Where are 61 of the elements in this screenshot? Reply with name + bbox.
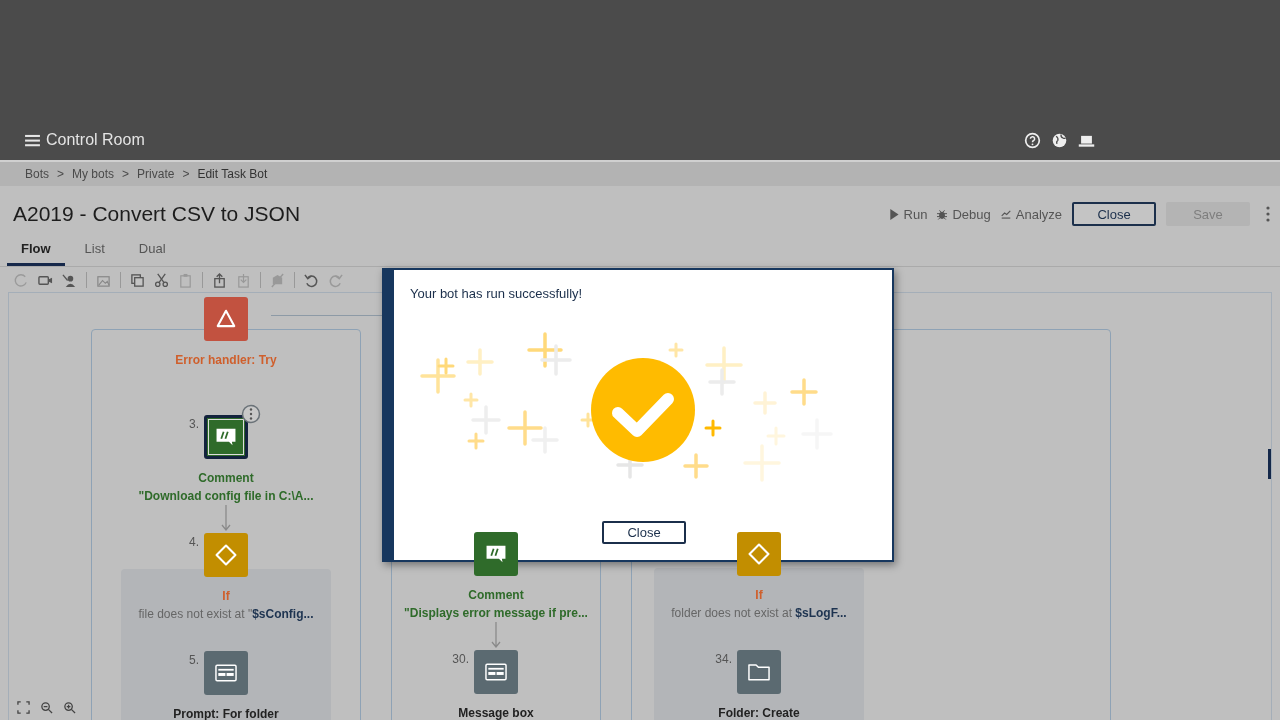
chart-line-icon <box>1000 208 1011 220</box>
bot-title: A2019 - Convert CSV to JSON <box>13 202 301 226</box>
node-description: folder does not exist at $sLogF... <box>670 605 848 622</box>
node-title: Error handler: Try <box>174 352 278 369</box>
step-number: 30. <box>452 652 469 666</box>
view-tab[interactable]: Dual <box>124 233 180 266</box>
app-title: Control Room <box>46 131 145 149</box>
user-edit-icon[interactable] <box>62 272 77 288</box>
step-number: 5. <box>189 653 199 667</box>
prompt-node-icon[interactable] <box>204 651 248 695</box>
breadcrumb-link[interactable]: Private <box>137 167 175 181</box>
node-title: If <box>221 588 231 605</box>
node-title: Comment <box>467 587 525 604</box>
node-title: Prompt: For folder <box>172 706 280 720</box>
more-options-icon[interactable] <box>1266 206 1270 222</box>
zoom-out-icon[interactable] <box>40 701 53 714</box>
undo-icon[interactable] <box>304 272 319 288</box>
message-node-icon[interactable] <box>474 650 518 694</box>
analyze-action[interactable]: Analyze <box>1000 206 1062 222</box>
breadcrumb-separator: > <box>57 167 65 181</box>
node-title: Folder: Create <box>717 705 801 720</box>
copy-icon[interactable] <box>130 272 145 288</box>
node-description: "Download config file in C:\A... <box>137 488 315 505</box>
close-button[interactable]: Close <box>602 521 686 544</box>
breadcrumb-link[interactable]: My bots <box>72 167 115 181</box>
dialog-message: Your bot has run successfully! <box>410 286 583 301</box>
error-node-icon[interactable] <box>204 297 248 341</box>
export-icon[interactable] <box>212 272 227 288</box>
breadcrumb-link[interactable]: Bots <box>25 167 49 181</box>
help-icon[interactable] <box>1024 131 1041 149</box>
globe-icon[interactable] <box>1051 131 1068 149</box>
clipboard-icon[interactable] <box>178 272 193 288</box>
comment-node-icon[interactable] <box>474 532 518 576</box>
node-title: Message box <box>457 705 535 720</box>
node-title: Comment <box>197 470 255 487</box>
menu-icon[interactable] <box>25 133 40 147</box>
scissors-icon[interactable] <box>154 272 169 288</box>
view-tab[interactable]: Flow <box>7 233 65 266</box>
breadcrumb-separator: > <box>182 167 190 181</box>
more-options-icon[interactable] <box>241 404 261 424</box>
view-tab[interactable]: List <box>70 233 119 266</box>
fit-screen-icon[interactable] <box>17 701 30 714</box>
bug-icon <box>937 208 948 220</box>
panel-resize-handle[interactable] <box>1268 449 1271 479</box>
zoom-in-icon[interactable] <box>63 701 76 714</box>
node-description: "Displays error message if pre... <box>403 605 589 622</box>
close-button[interactable]: Close <box>1072 202 1156 226</box>
step-number: 34. <box>715 652 732 666</box>
run-action[interactable]: Run <box>888 206 928 222</box>
step-number: 3. <box>189 417 199 431</box>
step-number: 4. <box>189 535 199 549</box>
node-description: file does not exist at "$sConfig... <box>137 606 315 623</box>
play-icon <box>888 208 899 220</box>
debug-action[interactable]: Debug <box>937 206 991 222</box>
folder-node-icon[interactable] <box>737 650 781 694</box>
check-circle-icon <box>591 358 695 462</box>
if-node-icon[interactable] <box>204 533 248 577</box>
node-title: If <box>754 587 764 604</box>
breadcrumb-separator: > <box>122 167 130 181</box>
comment-node-icon[interactable] <box>204 415 248 459</box>
if-node-icon[interactable] <box>737 532 781 576</box>
